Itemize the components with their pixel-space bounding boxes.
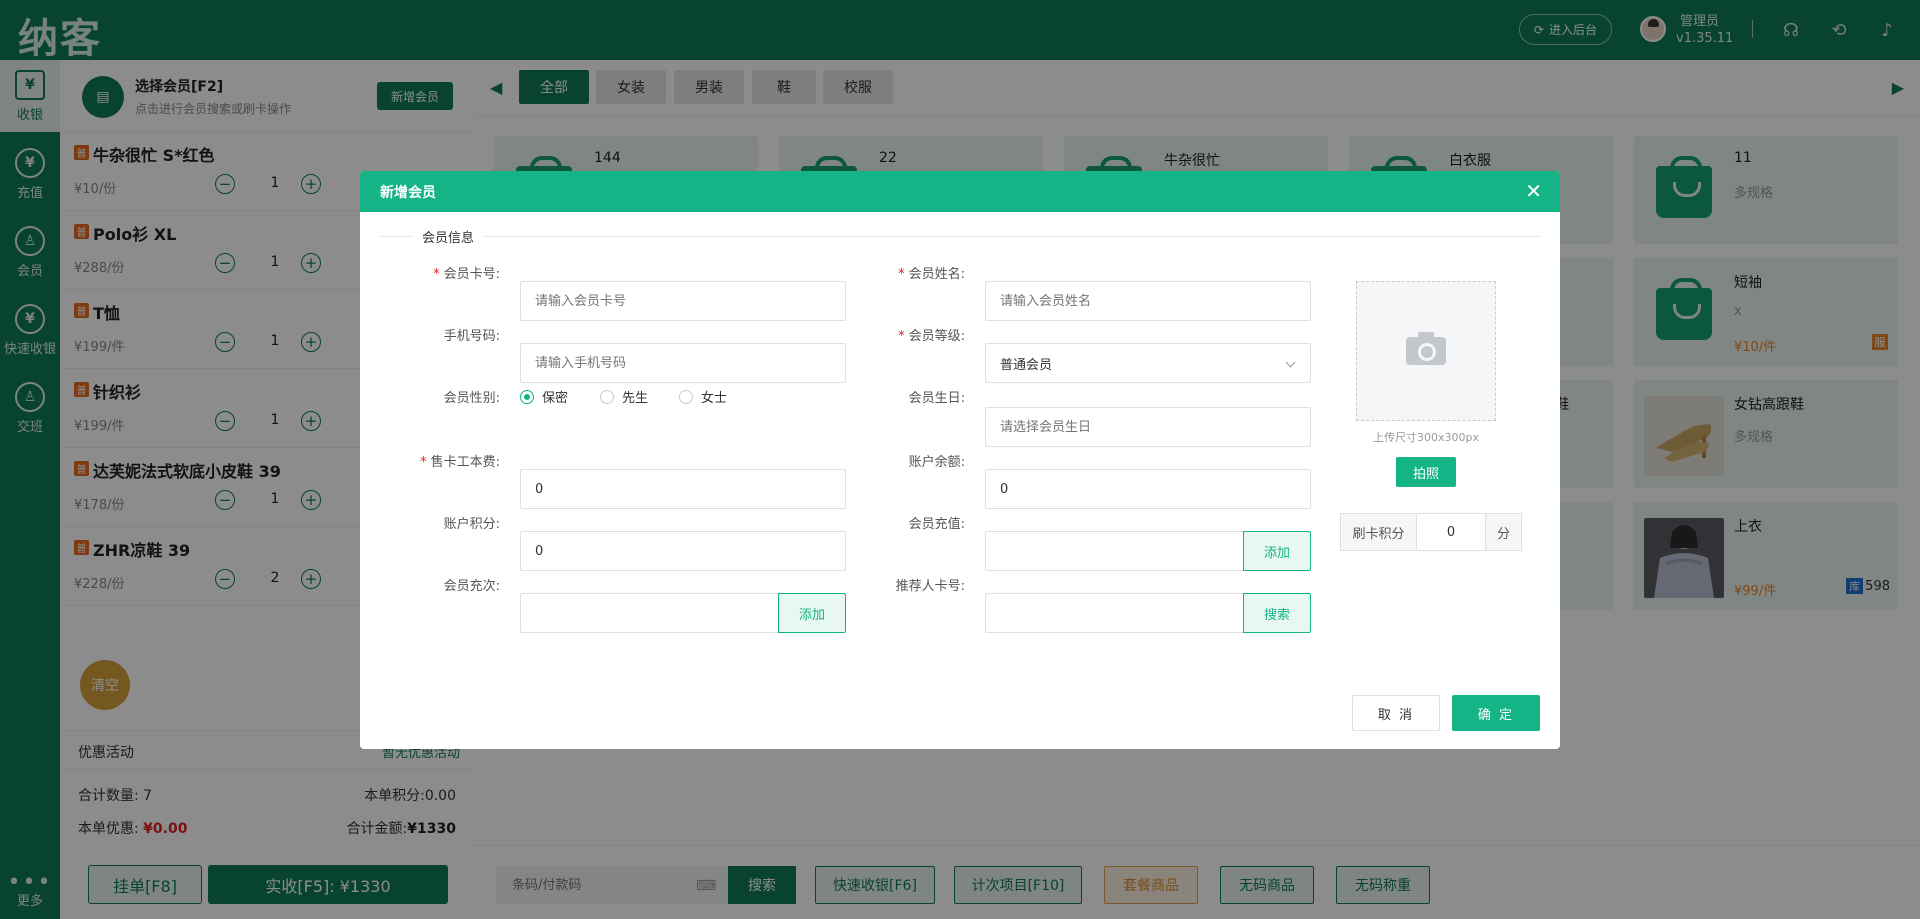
take-photo-button[interactable]: 拍照 [1396, 457, 1456, 487]
gender-label: 会员性别: [443, 391, 500, 406]
referrer-label: 推荐人卡号: [895, 579, 965, 594]
recharge-label: 会员充值: [908, 517, 965, 532]
swipe-points-field: 刷卡积分 0 分 [1340, 513, 1522, 551]
radio-dot [520, 389, 534, 404]
card-no-label: * 会员卡号: [433, 267, 500, 282]
level-select[interactable]: 普通会员 [985, 343, 1311, 383]
avatar-upload[interactable] [1356, 281, 1496, 421]
gender-radio-secret[interactable]: 保密 [520, 387, 568, 406]
referrer-search-button[interactable]: 搜索 [1243, 593, 1311, 633]
gender-radio-male[interactable]: 先生 [600, 387, 648, 406]
app-root: 纳客 ⟳ 进入后台 管理员 v1.35.11 ☊ ⟲ ♪ ¥ 收银 ¥ 充值 ♙… [0, 0, 1920, 919]
new-member-dialog: 新增会员 ✕ 会员信息 *会员卡号: *会员姓名: 手机号码: *会员等级: 普… [360, 171, 1560, 749]
birthday-input[interactable] [985, 407, 1311, 447]
card-no-input[interactable] [520, 281, 846, 321]
section-divider [380, 236, 1540, 237]
balance-label: 账户余额: [908, 455, 965, 470]
swipe-points-unit: 分 [1485, 514, 1521, 550]
phone-input[interactable] [520, 343, 846, 383]
points-input[interactable]: 0 [520, 531, 846, 571]
count-recharge-add-button[interactable]: 添加 [778, 593, 846, 633]
dialog-header: 新增会员 ✕ [360, 171, 1560, 212]
count-recharge-input[interactable] [520, 593, 780, 633]
swipe-points-input[interactable]: 0 [1417, 514, 1485, 550]
radio-dot [600, 389, 614, 404]
count-recharge-label: 会员充次: [443, 579, 500, 594]
recharge-input[interactable] [985, 531, 1245, 571]
member-name-label: * 会员姓名: [898, 267, 965, 282]
referrer-input[interactable] [985, 593, 1245, 633]
balance-input[interactable]: 0 [985, 469, 1311, 509]
close-icon[interactable]: ✕ [1525, 179, 1542, 203]
phone-label: 手机号码: [443, 329, 500, 344]
camera-icon [1406, 332, 1446, 365]
upload-size-hint: 上传尺寸300x300px [1373, 431, 1479, 444]
gender-radio-female[interactable]: 女士 [679, 387, 727, 406]
section-title: 会员信息 [412, 227, 485, 246]
card-fee-label: * 售卡工本费: [420, 455, 500, 470]
dialog-title: 新增会员 [380, 185, 436, 201]
level-label: * 会员等级: [898, 329, 965, 344]
birthday-label: 会员生日: [908, 391, 965, 406]
member-name-input[interactable] [985, 281, 1311, 321]
swipe-points-label: 刷卡积分 [1341, 514, 1417, 550]
cancel-button[interactable]: 取 消 [1352, 695, 1440, 731]
confirm-button[interactable]: 确 定 [1452, 695, 1540, 731]
points-label: 账户积分: [443, 517, 500, 532]
radio-dot [679, 389, 693, 404]
card-fee-input[interactable]: 0 [520, 469, 846, 509]
recharge-add-button[interactable]: 添加 [1243, 531, 1311, 571]
